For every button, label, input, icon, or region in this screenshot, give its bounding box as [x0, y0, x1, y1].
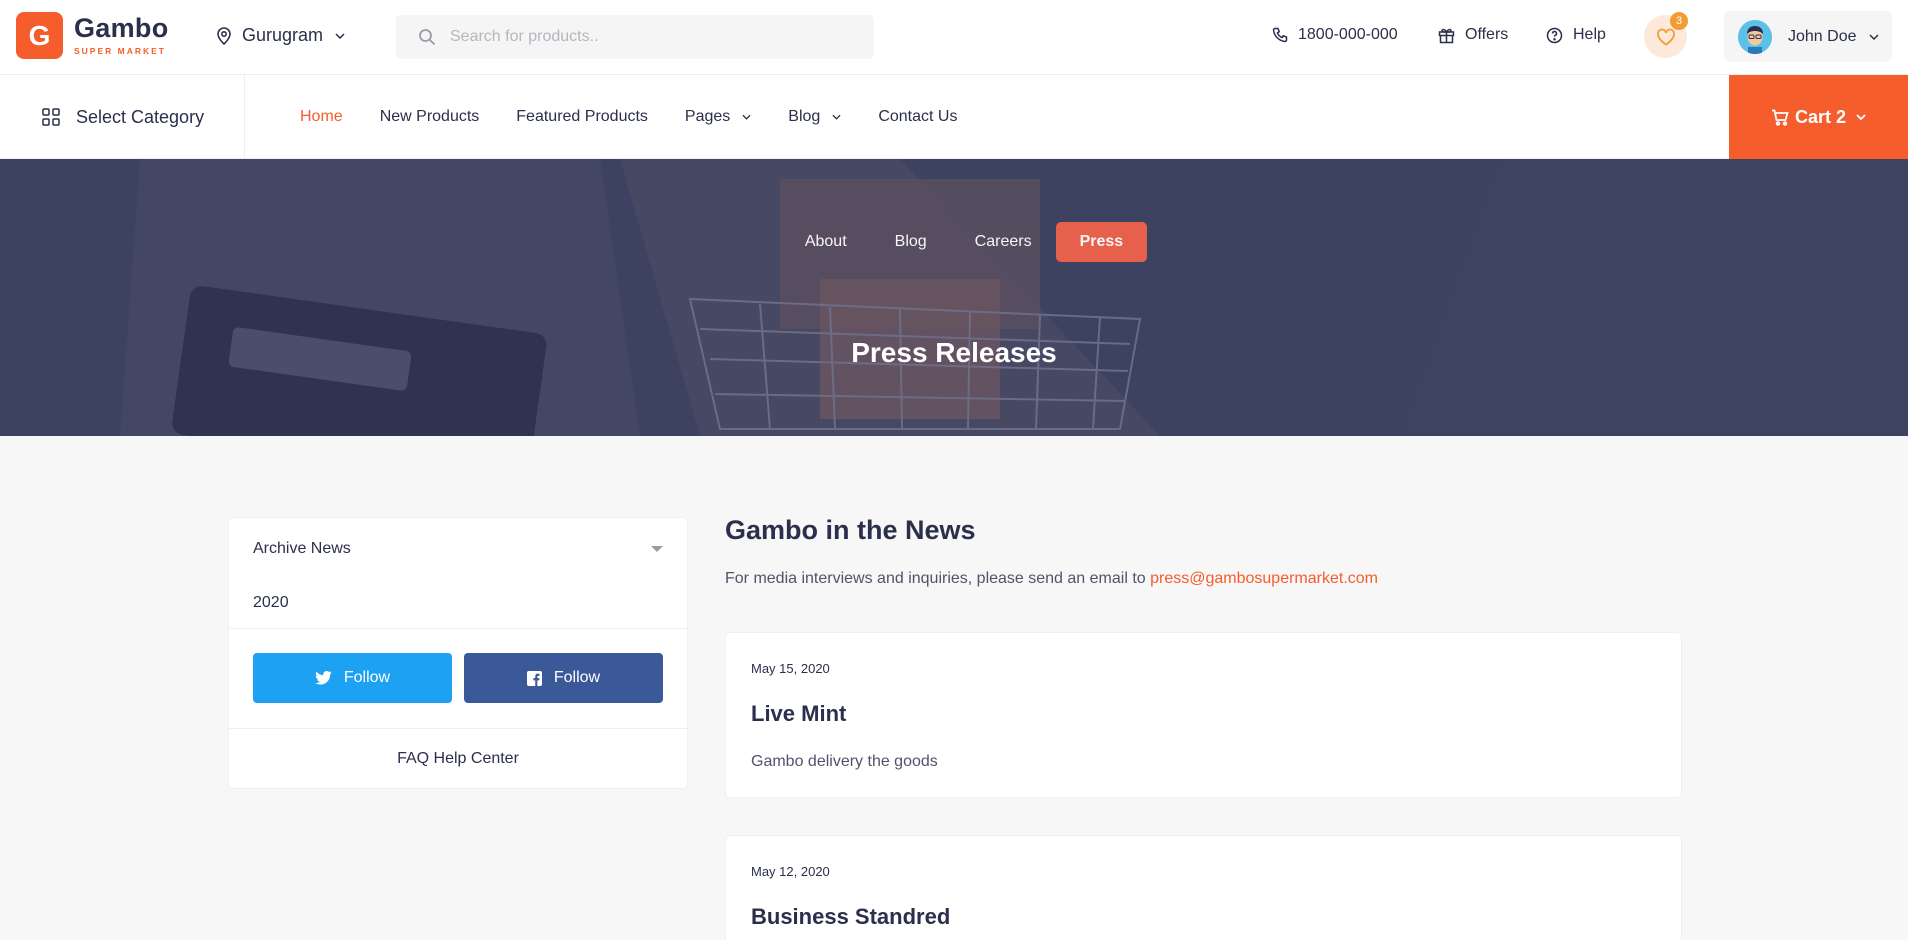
logo-mark: G	[16, 12, 63, 59]
nav-item-new-products[interactable]: New Products	[380, 108, 480, 126]
nav-item-label: Blog	[788, 108, 821, 125]
page-tabs: About Blog Careers Press	[0, 222, 1908, 262]
phone-number: 1800-000-000	[1298, 26, 1398, 43]
select-category-button[interactable]: Select Category	[0, 75, 245, 159]
chevron-down-icon	[1856, 114, 1866, 120]
nav-item-contact-us[interactable]: Contact Us	[878, 108, 957, 126]
phone-icon	[1272, 27, 1288, 43]
news-source[interactable]: Business Standred	[751, 904, 950, 930]
chevron-down-icon	[742, 114, 751, 120]
top-header: G Gambo SUPER MARKET Gurugram 1800-000-0…	[0, 0, 1908, 75]
tab-press[interactable]: Press	[1055, 222, 1148, 262]
search-input[interactable]	[450, 28, 850, 46]
nav-item-label: Featured Products	[516, 108, 648, 125]
news-card[interactable]: May 15, 2020 Live Mint Gambo delivery th…	[725, 632, 1682, 798]
nav-item-label: Contact Us	[878, 108, 958, 125]
twitter-follow-label: Follow	[343, 669, 391, 686]
facebook-follow-button[interactable]: Follow	[464, 653, 663, 703]
cart-button[interactable]: Cart 2	[1729, 75, 1908, 159]
user-menu[interactable]: John Doe	[1724, 11, 1892, 62]
menu: Home New Products Featured Products Page…	[300, 75, 994, 159]
tab-about[interactable]: About	[781, 222, 871, 262]
press-email-link[interactable]: press@gambosupermarket.com	[1150, 570, 1378, 587]
news-date: May 15, 2020	[751, 661, 830, 676]
cart-label: Cart 2	[1794, 106, 1847, 127]
offers-label: Offers	[1465, 26, 1509, 43]
nav-item-label: Pages	[684, 108, 731, 125]
nav-item-featured-products[interactable]: Featured Products	[516, 108, 648, 126]
sidebar-panel: Archive News 2020 Follow Follow FAQ Help…	[228, 517, 688, 789]
nav-item-blog[interactable]: Blog	[788, 108, 841, 126]
user-name: John Doe	[1788, 27, 1857, 45]
grid-icon	[42, 108, 60, 126]
logo-name: Gambo	[74, 13, 169, 44]
news-headline: Gambo delivery the goods	[751, 753, 938, 770]
news-heading: Gambo in the News	[725, 515, 976, 545]
search-icon	[419, 29, 436, 46]
divider	[229, 628, 687, 629]
help-link[interactable]: Help	[1546, 26, 1606, 44]
news-intro: For media interviews and inquiries, plea…	[725, 570, 1378, 588]
location-selector[interactable]: Gurugram	[216, 25, 355, 46]
news-source[interactable]: Live Mint	[751, 701, 846, 727]
twitter-icon	[314, 671, 332, 685]
archive-news-dropdown[interactable]: Archive News	[253, 540, 663, 558]
help-circle-icon	[1546, 27, 1563, 43]
news-date: May 12, 2020	[751, 864, 830, 879]
twitter-follow-button[interactable]: Follow	[253, 653, 452, 703]
chevron-down-icon	[335, 32, 345, 39]
archive-year-2020[interactable]: 2020	[253, 594, 289, 612]
wishlist-count-badge: 3	[1670, 12, 1688, 30]
cart-icon	[1771, 109, 1789, 126]
news-intro-text: For media interviews and inquiries, plea…	[725, 570, 1151, 587]
nav-item-home[interactable]: Home	[300, 108, 343, 126]
chevron-down-icon	[832, 114, 841, 120]
archive-news-label: Archive News	[253, 540, 351, 557]
brand-logo[interactable]: G Gambo SUPER MARKET	[16, 12, 169, 59]
search-box	[396, 15, 874, 59]
logo-text: Gambo SUPER MARKET	[74, 15, 169, 56]
nav-item-label: Home	[300, 108, 343, 125]
facebook-icon	[526, 670, 542, 686]
select-category-label: Select Category	[76, 106, 205, 127]
map-pin-icon	[217, 26, 231, 45]
nav-item-label: New Products	[379, 108, 480, 125]
hero-background-image	[0, 159, 1908, 436]
faq-help-center-link[interactable]: FAQ Help Center	[229, 750, 687, 768]
offers-link[interactable]: Offers	[1438, 26, 1508, 44]
main-nav: Select Category Home New Products Featur…	[0, 75, 1908, 159]
wishlist-button[interactable]: 3	[1644, 12, 1688, 58]
news-card[interactable]: May 12, 2020 Business Standred	[725, 835, 1682, 940]
phone-link[interactable]: 1800-000-000	[1272, 26, 1398, 44]
nav-item-pages[interactable]: Pages	[685, 108, 751, 126]
help-label: Help	[1573, 26, 1606, 43]
avatar	[1738, 19, 1772, 54]
tab-blog[interactable]: Blog	[871, 222, 951, 262]
hero-banner: About Blog Careers Press Press Releases	[0, 159, 1908, 436]
divider	[229, 728, 687, 729]
caret-down-icon	[651, 546, 663, 552]
location-label: Gurugram	[242, 25, 324, 45]
logo-tagline: SUPER MARKET	[74, 46, 167, 57]
tab-careers[interactable]: Careers	[951, 222, 1056, 262]
chevron-down-icon	[1868, 33, 1879, 40]
heart-icon	[1656, 28, 1675, 46]
facebook-follow-label: Follow	[553, 669, 601, 686]
page-title: Press Releases	[851, 337, 1057, 368]
gift-icon	[1438, 28, 1455, 43]
